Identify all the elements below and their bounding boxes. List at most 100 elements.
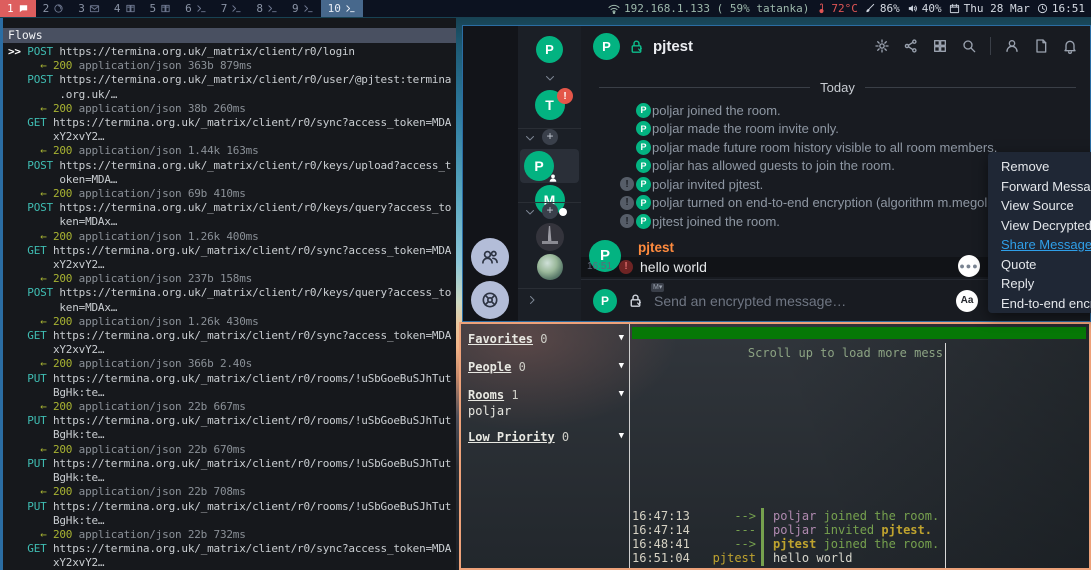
encrypted-lock-icon (628, 38, 645, 55)
buffer-group-favorites[interactable]: Favorites 0▼ (468, 332, 626, 347)
status-thermometer: 72°C (816, 2, 858, 15)
message-text: hello world (640, 259, 707, 275)
room-avatar-globe[interactable] (518, 254, 581, 280)
status-text: Thu 28 Mar (964, 2, 1030, 15)
room-avatar-t[interactable]: T ! (518, 90, 581, 120)
apps-icon[interactable] (932, 38, 948, 54)
buffer-group-people[interactable]: People 0▼ (468, 360, 626, 375)
workspace-10[interactable]: 10 (321, 0, 363, 17)
chevron-down-icon[interactable] (524, 132, 536, 144)
flow-request[interactable]: POST https://termina.org.uk/_matrix/clie… (8, 159, 456, 173)
menu-item-end-to-end-encryption[interactable]: End-to-end encryption (988, 294, 1091, 314)
people-button[interactable] (471, 238, 509, 276)
flow-request-wrap: ken=MDAx… (8, 301, 456, 315)
workspace-6[interactable]: 6 (178, 0, 214, 17)
workspace-4[interactable]: 4 (107, 0, 143, 17)
files-icon[interactable] (1033, 38, 1049, 54)
flow-request[interactable]: POST https://termina.org.uk/_matrix/clie… (8, 73, 456, 87)
status-wifi: 192.168.1.133 ( 59% tatanka) (608, 2, 809, 15)
menu-item-view-decrypted-source[interactable]: View Decrypted Source (988, 216, 1091, 236)
room-header: P pjtest (581, 26, 1090, 66)
state-event[interactable]: Ppoljar joined the room. (581, 101, 1090, 120)
avatar: P (636, 140, 651, 155)
flow-request-wrap: .org.uk/… (8, 88, 456, 102)
flow-request[interactable]: GET https://termina.org.uk/_matrix/clien… (8, 116, 456, 130)
flow-request[interactable]: GET https://termina.org.uk/_matrix/clien… (8, 244, 456, 258)
user-avatar[interactable]: P (518, 36, 581, 63)
format-button[interactable]: Aa (956, 290, 978, 312)
menu-item-reply[interactable]: Reply (988, 274, 1091, 294)
flows-list[interactable]: >> POST https://termina.org.uk/_matrix/c… (3, 43, 456, 570)
flow-request[interactable]: PUT https://termina.org.uk/_matrix/clien… (8, 414, 456, 428)
room-name: pjtest (653, 38, 693, 55)
room-avatar[interactable]: P (593, 33, 620, 60)
state-event-text: pjtest joined the room. (652, 214, 780, 229)
room-avatar-tower[interactable] (518, 223, 581, 251)
terminal-icon (196, 3, 207, 14)
book-icon (125, 3, 136, 14)
share-icon[interactable] (903, 38, 919, 54)
workspace-8[interactable]: 8 (249, 0, 285, 17)
calendar-icon (949, 3, 960, 14)
flow-request[interactable]: POST https://termina.org.uk/_matrix/clie… (8, 201, 456, 215)
workspace-9[interactable]: 9 (285, 0, 321, 17)
menu-item-forward-message[interactable]: Forward Message (988, 177, 1091, 197)
flow-response: ← 200 application/json 69b 410ms (8, 187, 456, 201)
flow-response: ← 200 application/json 1.26k 400ms (8, 230, 456, 244)
buffer-item[interactable]: poljar (468, 404, 511, 419)
workspace-1[interactable]: 1 (0, 0, 36, 17)
notifications-icon[interactable] (1062, 38, 1078, 54)
avatar: P (636, 158, 651, 173)
message-options-button[interactable]: ●●● (958, 255, 980, 277)
chevron-right-icon[interactable] (526, 294, 538, 306)
workspace-number: 3 (78, 2, 85, 15)
warning-icon: ! (620, 214, 634, 228)
search-icon[interactable] (961, 38, 977, 54)
collapse-triangle-icon[interactable]: ▼ (619, 431, 624, 441)
add-room-button[interactable]: + (542, 129, 558, 145)
state-event[interactable]: Ppoljar made the room invite only. (581, 120, 1090, 139)
menu-item-view-source[interactable]: View Source (988, 196, 1091, 216)
state-event-text: poljar joined the room. (652, 103, 781, 118)
members-icon[interactable] (1004, 38, 1020, 54)
status-brush: 86% (865, 2, 900, 15)
buffer-group-rooms[interactable]: Rooms 1▼ (468, 388, 626, 403)
workspace-number: 6 (185, 2, 192, 15)
workspace-5[interactable]: 5 (143, 0, 179, 17)
flow-request[interactable]: PUT https://termina.org.uk/_matrix/clien… (8, 372, 456, 386)
flow-request-wrap: xY2xvY2… (8, 556, 456, 570)
flow-request[interactable]: PUT https://termina.org.uk/_matrix/clien… (8, 500, 456, 514)
brush-icon (865, 3, 876, 14)
collapse-triangle-icon[interactable]: ▼ (619, 389, 624, 399)
workspace-3[interactable]: 3 (71, 0, 107, 17)
flow-request[interactable]: POST https://termina.org.uk/_matrix/clie… (8, 286, 456, 300)
composer-lock-icon (627, 292, 644, 309)
workspace-2[interactable]: 2 (36, 0, 72, 17)
settings-icon[interactable] (874, 38, 890, 54)
flow-request[interactable]: GET https://termina.org.uk/_matrix/clien… (8, 329, 456, 343)
divider (990, 37, 991, 55)
room-avatar-pjtest-selected[interactable]: P (520, 149, 579, 183)
workspace-number: 8 (256, 2, 263, 15)
mail-icon (89, 3, 100, 14)
markdown-toggle[interactable]: M▾ (651, 283, 664, 292)
chevron-down-icon[interactable] (518, 72, 581, 84)
chevron-down-icon[interactable] (524, 206, 536, 218)
flow-response: ← 200 application/json 22b 670ms (8, 443, 456, 457)
menu-item-remove[interactable]: Remove (988, 157, 1091, 177)
collapse-triangle-icon[interactable]: ▼ (619, 333, 624, 343)
buffer-group-low-priority[interactable]: Low Priority 0▼ (468, 430, 626, 445)
collapse-triangle-icon[interactable]: ▼ (619, 361, 624, 371)
community-button[interactable] (471, 281, 509, 319)
flow-request[interactable]: GET https://termina.org.uk/_matrix/clien… (8, 542, 456, 556)
workspace-7[interactable]: 7 (214, 0, 250, 17)
flow-request[interactable]: >> POST https://termina.org.uk/_matrix/c… (8, 45, 456, 59)
flow-request[interactable]: PUT https://termina.org.uk/_matrix/clien… (8, 457, 456, 471)
menu-item-share-message[interactable]: Share Message (988, 235, 1091, 255)
load-more-bar[interactable] (632, 327, 1086, 339)
add-room-button[interactable]: + (542, 203, 558, 219)
flow-response: ← 200 application/json 38b 260ms (8, 102, 456, 116)
menu-item-quote[interactable]: Quote (988, 255, 1091, 275)
log-line: 16:48:41-->pjtest joined the room. (632, 537, 1082, 551)
message-log: 16:47:13-->poljar joined the room.16:47:… (632, 509, 1082, 565)
